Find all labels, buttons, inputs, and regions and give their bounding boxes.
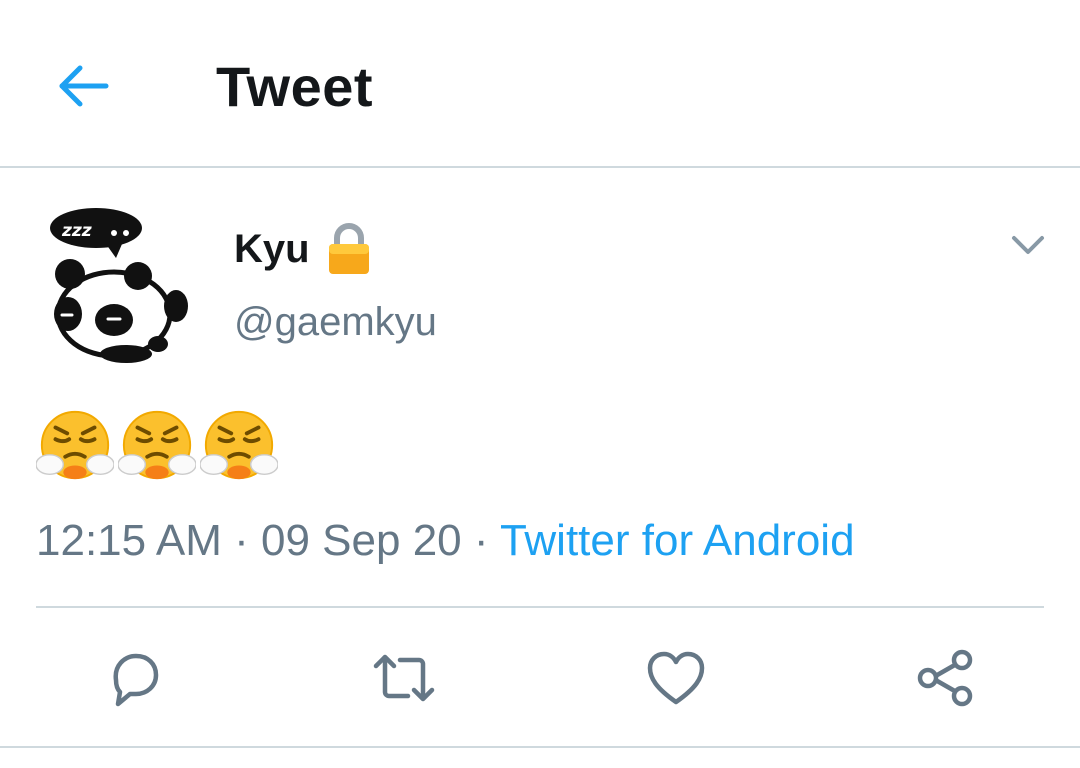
meta-separator: ·: [221, 516, 262, 565]
divider: [36, 606, 1044, 608]
like-button[interactable]: [644, 646, 708, 710]
divider: [0, 746, 1080, 748]
retweet-icon: [373, 654, 435, 702]
tweet-text: [36, 408, 278, 488]
reply-icon: [113, 653, 159, 707]
tweet-time: 12:15 AM: [36, 516, 222, 565]
retweet-button[interactable]: [372, 646, 436, 710]
face-with-steam-from-nose-emoji: [118, 410, 196, 480]
tweet-options-button[interactable]: [1006, 228, 1050, 264]
page-title: Tweet: [216, 55, 374, 118]
share-button[interactable]: [914, 646, 978, 710]
chevron-down-icon: [1012, 236, 1044, 254]
reply-button[interactable]: [102, 646, 166, 710]
tweet-date: 09 Sep 20: [261, 516, 462, 565]
author-display-name[interactable]: Kyu: [234, 226, 310, 272]
avatar[interactable]: zzz: [30, 198, 200, 368]
sleeping-panda-avatar: zzz: [50, 208, 188, 363]
meta-separator: ·: [461, 516, 500, 565]
arrow-left-icon: [59, 65, 109, 107]
share-icon: [917, 649, 973, 707]
tweet-source-link[interactable]: Twitter for Android: [500, 516, 855, 565]
face-with-steam-from-nose-emoji: [200, 410, 278, 480]
back-button[interactable]: [52, 55, 114, 117]
lock-icon: [326, 222, 372, 276]
svg-text:zzz: zzz: [61, 221, 92, 241]
tweet-metadata: 12:15 AM · 09 Sep 20 · Twitter for Andro…: [36, 514, 855, 568]
top-app-bar: Tweet: [0, 0, 1080, 168]
heart-icon: [647, 651, 705, 705]
author-handle[interactable]: @gaemkyu: [234, 298, 437, 346]
face-with-steam-from-nose-emoji: [36, 410, 114, 480]
